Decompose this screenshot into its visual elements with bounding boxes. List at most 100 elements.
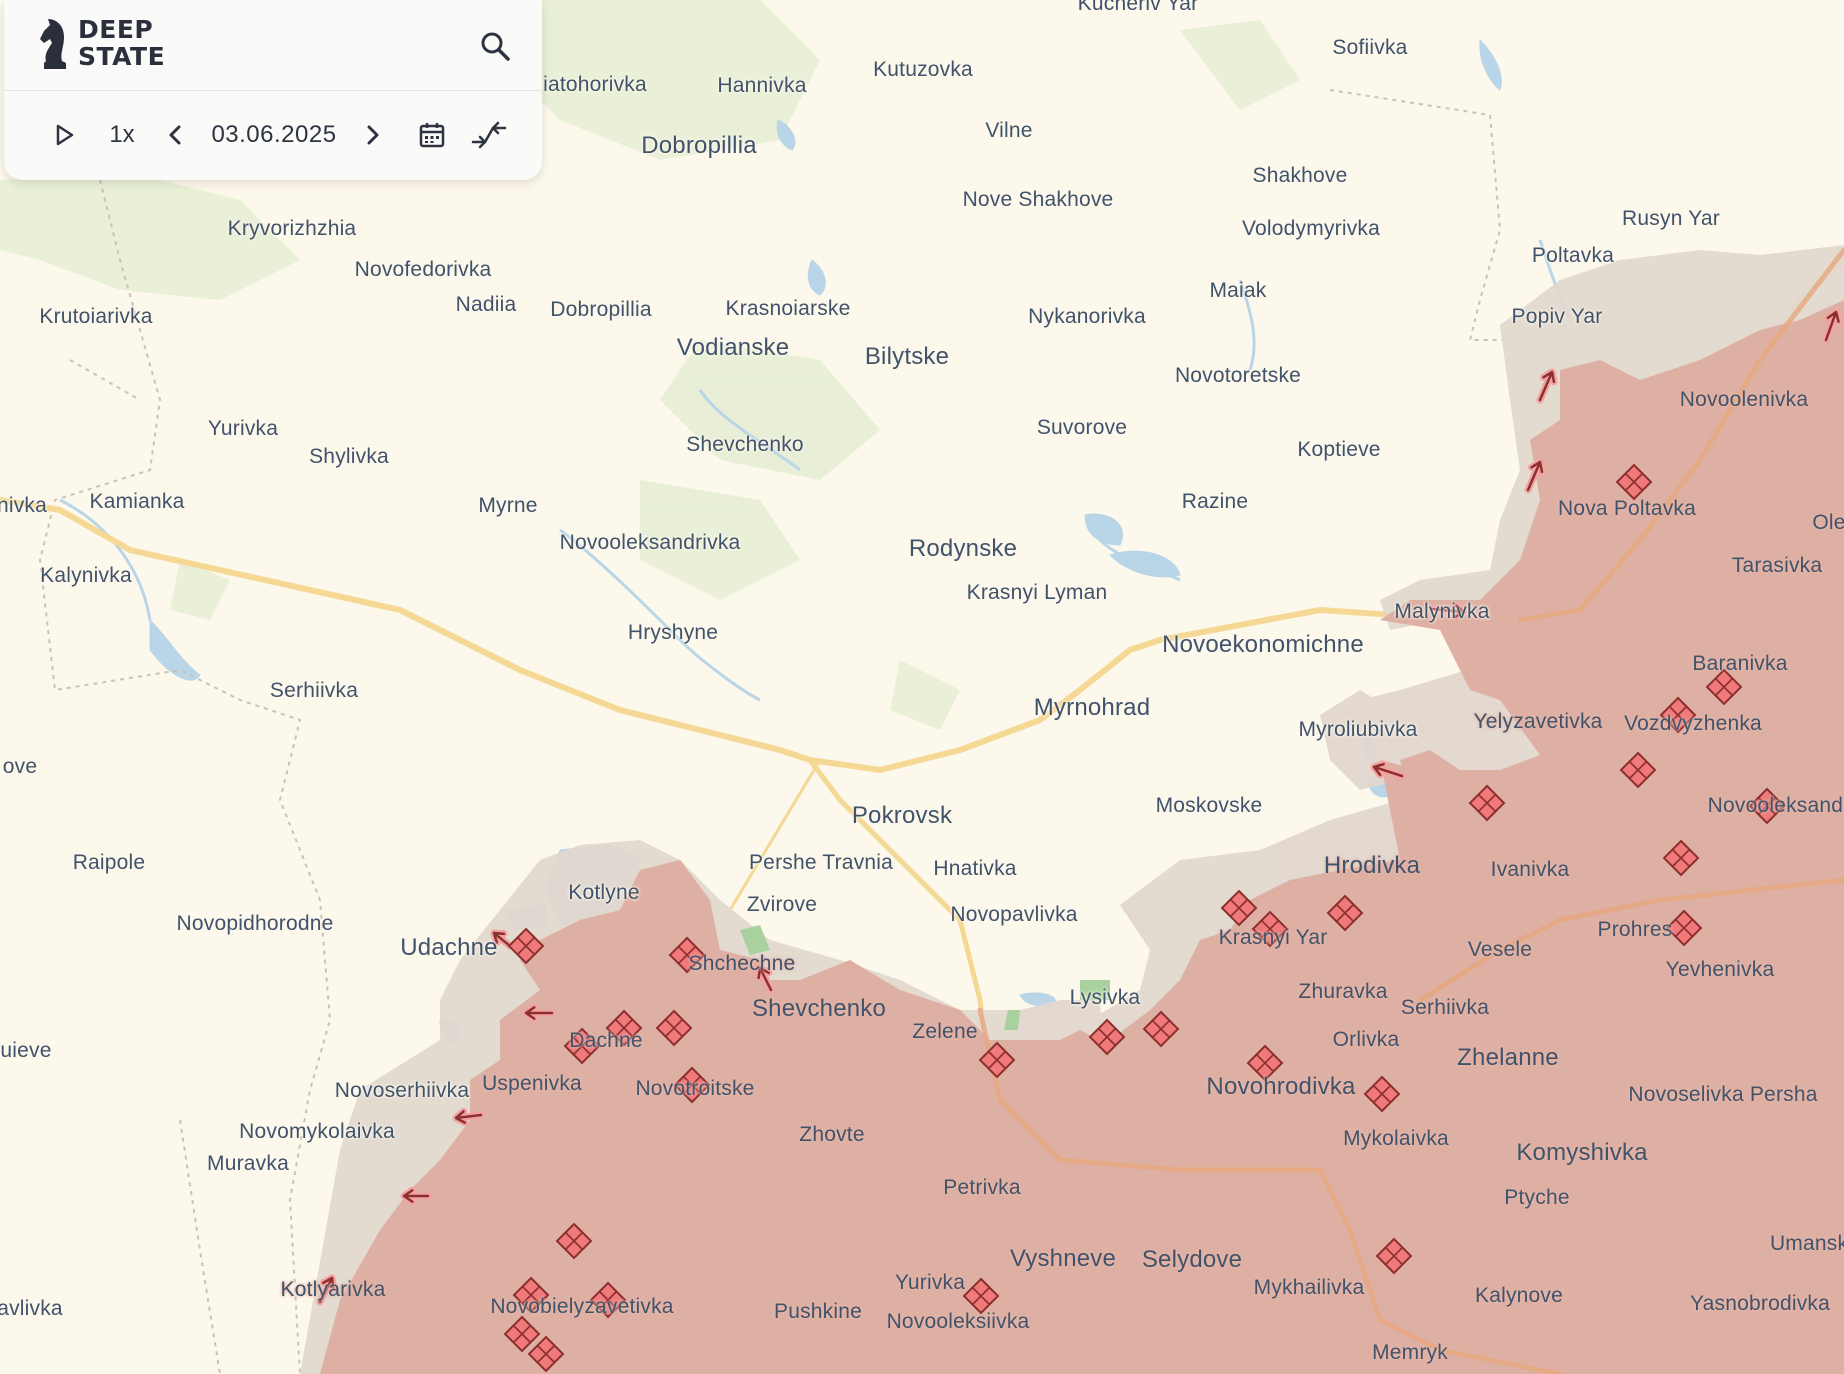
place-label[interactable]: Kotlyarivka — [281, 1278, 386, 1302]
place-label[interactable]: Novopidhorodne — [177, 912, 334, 936]
place-label[interactable]: Vilne — [985, 119, 1032, 143]
place-label[interactable]: Myrne — [478, 494, 537, 518]
place-label[interactable]: avlivka — [0, 1297, 63, 1321]
place-label[interactable]: Dobropillia — [550, 298, 651, 322]
place-label[interactable]: Lysivka — [1070, 986, 1141, 1010]
place-label[interactable]: ove — [3, 755, 37, 779]
place-label[interactable]: Novoserhiivka — [335, 1079, 470, 1103]
place-label[interactable]: Sofiivka — [1332, 36, 1407, 60]
place-label[interactable]: Nove Shakhove — [963, 188, 1114, 212]
place-label[interactable]: Prohres — [1598, 918, 1673, 942]
date-display[interactable]: 03.06.2025 — [204, 112, 344, 158]
place-label[interactable]: Krasnyi Lyman — [967, 581, 1108, 605]
place-label[interactable]: Vesele — [1468, 938, 1532, 962]
compare-button[interactable] — [464, 112, 514, 158]
place-label[interactable]: Yurivka — [895, 1271, 965, 1295]
place-label[interactable]: Novopavlivka — [950, 903, 1077, 927]
place-label[interactable]: Zhuravka — [1298, 980, 1387, 1004]
place-label[interactable]: Novoolenivka — [1680, 388, 1808, 412]
place-label[interactable]: Ole — [1812, 511, 1844, 535]
place-label[interactable]: Moskovske — [1156, 794, 1263, 818]
place-label[interactable]: Krasnyi Yar — [1219, 926, 1328, 950]
place-label[interactable]: Novooleksandr — [1708, 794, 1844, 818]
place-label[interactable]: Krasnoiarske — [726, 297, 851, 321]
place-label[interactable]: Myrnohrad — [1034, 694, 1151, 722]
place-label[interactable]: Memryk — [1372, 1341, 1448, 1365]
place-label[interactable]: Kalynivka — [40, 564, 132, 588]
place-label[interactable]: Zhelanne — [1457, 1044, 1559, 1072]
place-label[interactable]: Tarasivka — [1732, 554, 1823, 578]
place-label[interactable]: Koptieve — [1297, 438, 1380, 462]
place-label[interactable]: Novotroitske — [635, 1077, 754, 1101]
place-label[interactable]: Orlivka — [1333, 1028, 1400, 1052]
place-label[interactable]: Hnativka — [933, 857, 1016, 881]
place-label[interactable]: Maiak — [1209, 279, 1266, 303]
speed-button[interactable]: 1x — [100, 112, 144, 158]
place-label[interactable]: Baranivka — [1692, 652, 1787, 676]
place-label[interactable]: Shylivka — [309, 445, 389, 469]
play-button[interactable] — [42, 112, 86, 158]
place-label[interactable]: Muravka — [207, 1152, 289, 1176]
place-label[interactable]: Udachne — [400, 934, 497, 962]
place-label[interactable]: Serhiivka — [1401, 996, 1489, 1020]
place-label[interactable]: Zhovte — [799, 1123, 864, 1147]
place-label[interactable]: Novohrodivka — [1206, 1073, 1355, 1101]
place-label[interactable]: iatohorivka — [543, 73, 647, 97]
place-label[interactable]: Nova Poltavka — [1558, 497, 1696, 521]
place-label[interactable]: Popiv Yar — [1512, 305, 1603, 329]
place-label[interactable]: Novotoretske — [1175, 364, 1301, 388]
place-label[interactable]: Kotlyne — [568, 881, 639, 905]
place-label[interactable]: Hryshyne — [628, 621, 718, 645]
place-label[interactable]: Bilytske — [865, 343, 949, 371]
place-label[interactable]: Suvorove — [1037, 416, 1127, 440]
place-label[interactable]: Novooleksandrivka — [560, 531, 741, 555]
place-label[interactable]: Kamianka — [90, 490, 185, 514]
previous-date-button[interactable] — [158, 112, 194, 158]
place-label[interactable]: Poltavka — [1532, 244, 1614, 268]
place-label[interactable]: Volodymyrivka — [1242, 217, 1380, 241]
place-label[interactable]: Pokrovsk — [852, 802, 952, 830]
place-label[interactable]: Novofedorivka — [355, 258, 492, 282]
place-label[interactable]: Shevchenko — [752, 995, 886, 1023]
place-label[interactable]: Dachne — [569, 1029, 643, 1053]
next-date-button[interactable] — [354, 112, 390, 158]
place-label[interactable]: Yelyzavetivka — [1473, 710, 1602, 734]
place-label[interactable]: Hrodivka — [1324, 852, 1420, 880]
place-label[interactable]: Shevchenko — [686, 433, 804, 457]
place-label[interactable]: Yasnobrodivka — [1690, 1292, 1830, 1316]
place-label[interactable]: Rusyn Yar — [1622, 207, 1720, 231]
place-label[interactable]: Serhiivka — [270, 679, 358, 703]
place-label[interactable]: Dobropillia — [641, 132, 757, 160]
place-label[interactable]: Novooleksiivka — [887, 1310, 1030, 1334]
place-label[interactable]: Vozdvyzhenka — [1624, 712, 1762, 736]
place-label[interactable]: Zvirove — [747, 893, 817, 917]
place-label[interactable]: Vodianske — [677, 334, 790, 362]
place-label[interactable]: Nadiia — [456, 293, 517, 317]
place-label[interactable]: Nykanorivka — [1028, 305, 1146, 329]
place-label[interactable]: Zelene — [912, 1020, 977, 1044]
place-label[interactable]: Pershe Travnia — [749, 851, 893, 875]
place-label[interactable]: Selydove — [1142, 1246, 1242, 1274]
place-label[interactable]: Raipole — [73, 851, 146, 875]
place-label[interactable]: Rodynske — [909, 535, 1017, 563]
place-label[interactable]: Komyshivka — [1516, 1139, 1647, 1167]
place-label[interactable]: Kryvorizhzhia — [228, 217, 357, 241]
deepstate-logo[interactable]: DEEP STATE — [38, 12, 178, 74]
place-label[interactable]: Novobielyzavetivka — [490, 1295, 673, 1319]
place-label[interactable]: Kalynove — [1475, 1284, 1563, 1308]
place-label[interactable]: Vyshneve — [1010, 1245, 1116, 1273]
place-label[interactable]: Ptyche — [1504, 1186, 1569, 1210]
place-label[interactable]: Yurivka — [208, 417, 278, 441]
place-label[interactable]: nivka — [0, 494, 47, 518]
place-label[interactable]: Krutoiarivka — [39, 305, 152, 329]
place-label[interactable]: Malynivka — [1394, 600, 1489, 624]
place-label[interactable]: Hannivka — [717, 74, 806, 98]
place-label[interactable]: Kucheriv Yar — [1078, 0, 1199, 16]
place-label[interactable]: Novoekonomichne — [1162, 631, 1364, 659]
place-label[interactable]: uieve — [0, 1039, 51, 1063]
place-label[interactable]: Razine — [1182, 490, 1249, 514]
place-label[interactable]: Novoselivka Persha — [1628, 1083, 1817, 1107]
calendar-button[interactable] — [410, 112, 454, 158]
place-label[interactable]: Shakhove — [1252, 164, 1347, 188]
place-label[interactable]: Mykolaivka — [1343, 1127, 1449, 1151]
